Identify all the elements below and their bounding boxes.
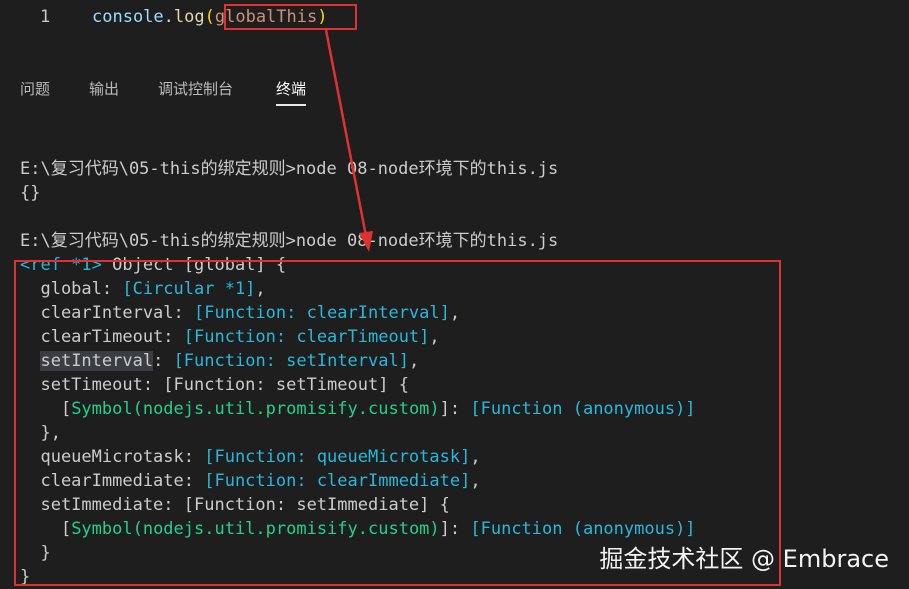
tab-terminal[interactable]: 终端 [276, 78, 307, 106]
output-ref-line: <ref *1> Object [global] { [20, 253, 696, 277]
tab-debug-console[interactable]: 调试控制台 [158, 78, 233, 99]
output-cleartimeout-line: clearTimeout: [Function: clearTimeout], [20, 325, 696, 349]
output-global-line: global: [Circular *1], [20, 277, 696, 301]
output-settimeout-line: setTimeout: [Function: setTimeout] { [20, 375, 409, 395]
prop-value: [Function: queueMicrotask] [204, 447, 471, 467]
ref-marker: <ref *1> [20, 255, 102, 275]
prop-key: clearTimeout: [20, 327, 184, 347]
editor-code-line[interactable]: 1 console.log(globalThis) [0, 0, 909, 34]
output-clearimmediate-line: clearImmediate: [Function: clearImmediat… [20, 469, 696, 493]
symbol-name: Symbol(nodejs.util.promisify.custom) [71, 399, 440, 419]
prop-tail: , [429, 327, 440, 347]
code-text[interactable]: console.log(globalThis) [92, 0, 327, 34]
prop-key-selected: setInterval [40, 351, 154, 371]
prop-value: [Function: clearInterval] [194, 303, 450, 323]
symbol-value: [Function (anonymous)] [470, 519, 696, 539]
watermark: 掘金技术社区 @ Embrace [599, 545, 889, 573]
symbol-open: [ [20, 399, 72, 419]
prop-tail: , [449, 303, 461, 323]
symbol-mid: ]: [439, 399, 471, 419]
prop-tail: , [408, 351, 420, 371]
tab-problems[interactable]: 问题 [20, 78, 50, 99]
prop-key: clearImmediate: [20, 471, 205, 491]
code-open-paren: ( [204, 7, 215, 27]
panel-tab-bar: 问题 输出 调试控制台 终端 [0, 64, 909, 110]
prop-tail: , [255, 279, 266, 299]
output-close-brace-outer: } [20, 567, 31, 587]
prop-tail: , [470, 471, 481, 491]
prop-key: global: [20, 279, 123, 299]
symbol-name: Symbol(nodejs.util.promisify.custom) [71, 519, 440, 539]
code-console: console [92, 7, 164, 27]
symbol-open: [ [20, 519, 72, 539]
output-clearinterval-line: clearInterval: [Function: clearInterval]… [20, 301, 696, 325]
terminal-line: E:\复习代码\05-this的绑定规则>node 08-node环境下的thi… [20, 231, 559, 251]
output-settimeout-symbol-line: [Symbol(nodejs.util.promisify.custom)]: … [20, 397, 696, 421]
symbol-value: [Function (anonymous)] [470, 399, 696, 419]
prop-colon: : [153, 351, 174, 371]
prop-value: [Function: clearTimeout] [183, 327, 430, 347]
output-setimmediate-line: setImmediate: [Function: setImmediate] { [20, 495, 450, 515]
code-argument: globalThis [214, 7, 318, 27]
terminal-line: E:\复习代码\05-this的绑定规则>node 08-node环境下的thi… [20, 159, 559, 179]
prop-value: [Function: setInterval] [173, 351, 409, 371]
output-queuemicrotask-line: queueMicrotask: [Function: queueMicrotas… [20, 445, 696, 469]
terminal-line: {} [20, 183, 41, 203]
prop-tail: , [470, 447, 481, 467]
prop-value: [Function: clearImmediate] [204, 471, 471, 491]
prop-key: queueMicrotask: [20, 447, 205, 467]
output-setinterval-line: setInterval: [Function: setInterval], [20, 349, 696, 373]
terminal-output[interactable]: E:\复习代码\05-this的绑定规则>node 08-node环境下的thi… [20, 157, 696, 589]
prop-value: [Circular *1] [122, 279, 256, 299]
output-close-brace-comma: }, [20, 423, 61, 443]
tab-output[interactable]: 输出 [89, 78, 119, 99]
symbol-mid: ]: [439, 519, 471, 539]
code-log: log [173, 7, 205, 27]
ref-rest: Object [global] { [101, 255, 287, 275]
output-close-brace-inner: } [20, 543, 51, 563]
prop-key: clearInterval: [20, 303, 194, 323]
output-setimmediate-symbol-line: [Symbol(nodejs.util.promisify.custom)]: … [20, 517, 696, 541]
code-close-paren: ) [317, 7, 328, 27]
line-number: 1 [40, 7, 51, 27]
code-dot: . [163, 7, 174, 27]
